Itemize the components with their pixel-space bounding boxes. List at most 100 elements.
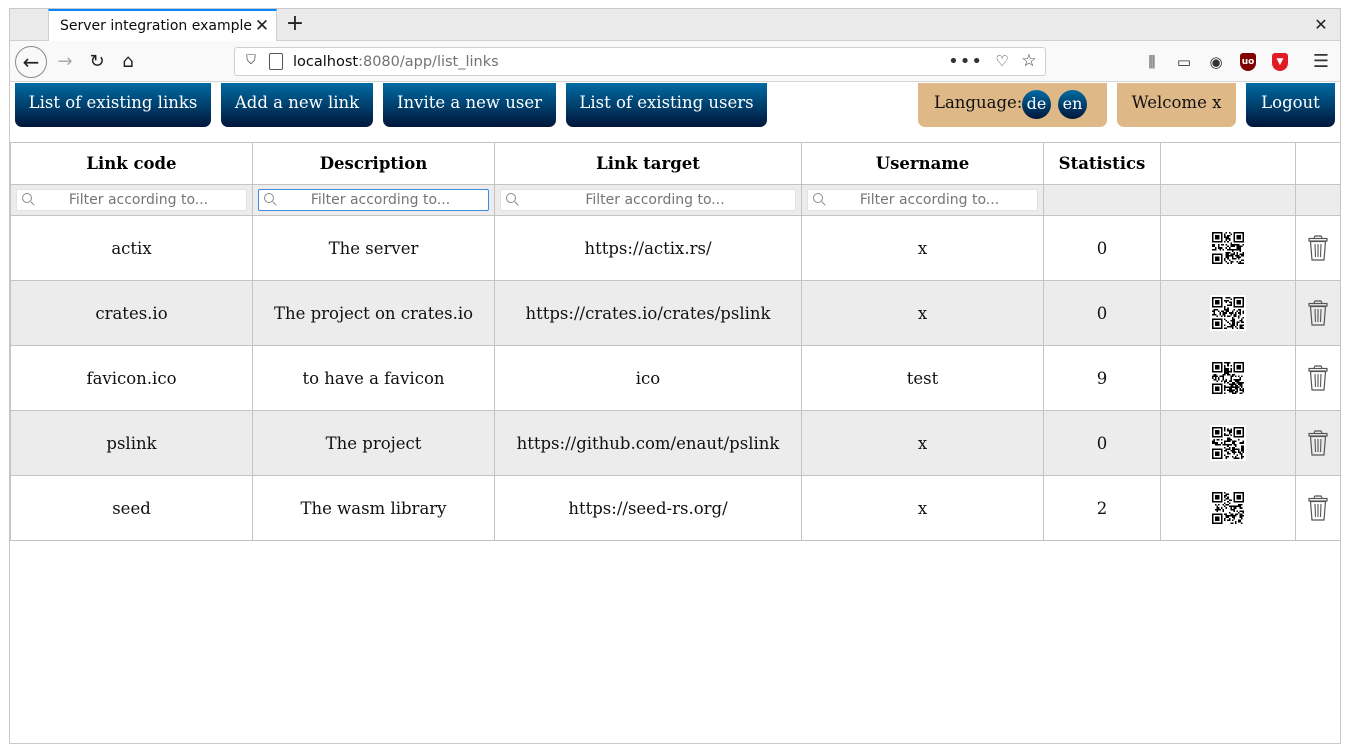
filter-username-input[interactable] bbox=[808, 190, 1037, 210]
qr-code-icon[interactable] bbox=[1210, 425, 1246, 461]
table-row[interactable]: favicon.ico to have a favicon ico test 9 bbox=[10, 345, 1341, 411]
cell-link-target[interactable]: https://github.com/enaut/pslink bbox=[494, 410, 802, 476]
cell-username[interactable]: test bbox=[801, 345, 1044, 411]
welcome-badge: Welcome x bbox=[1117, 83, 1236, 127]
cell-statistics[interactable]: 0 bbox=[1043, 410, 1161, 476]
trash-icon[interactable] bbox=[1308, 495, 1328, 521]
list-users-button[interactable]: List of existing users bbox=[566, 83, 767, 127]
url-text[interactable]: localhost:8080/app/list_links bbox=[293, 54, 499, 70]
tab-close-icon[interactable]: ✕ bbox=[252, 16, 272, 36]
cell-description[interactable]: The project on crates.io bbox=[252, 280, 495, 346]
back-arrow-icon[interactable]: ← bbox=[15, 46, 47, 78]
trash-icon[interactable] bbox=[1308, 430, 1328, 456]
cell-username[interactable]: x bbox=[801, 280, 1044, 346]
table-row[interactable]: actix The server https://actix.rs/x 0 bbox=[10, 215, 1341, 281]
hamburger-menu-icon[interactable]: ☰ bbox=[1310, 51, 1332, 73]
cell-delete bbox=[1295, 215, 1341, 281]
cell-delete bbox=[1295, 475, 1341, 541]
header-username[interactable]: Username bbox=[801, 142, 1044, 185]
cell-qr bbox=[1160, 215, 1296, 281]
cell-link-target[interactable]: https://actix.rs/ bbox=[494, 215, 802, 281]
tab-active[interactable]: Server integration example ✕ bbox=[48, 9, 277, 41]
new-tab-icon[interactable]: + bbox=[282, 12, 308, 38]
qr-code-icon[interactable] bbox=[1210, 360, 1246, 396]
extension-shield-icon[interactable]: ▼ bbox=[1272, 53, 1288, 71]
qr-code-icon[interactable] bbox=[1210, 490, 1246, 526]
cell-statistics[interactable]: 9 bbox=[1043, 345, 1161, 411]
tracking-shield-icon[interactable]: ⛉ bbox=[243, 53, 259, 69]
page-content: List of existing links Add a new link In… bbox=[10, 83, 1341, 743]
cell-link-code[interactable]: crates.io bbox=[10, 280, 253, 346]
pocket-icon[interactable]: ♡ bbox=[993, 52, 1011, 70]
cell-statistics[interactable]: 0 bbox=[1043, 215, 1161, 281]
invite-user-button[interactable]: Invite a new user bbox=[383, 83, 556, 127]
list-links-button[interactable]: List of existing links bbox=[15, 83, 211, 127]
bookmark-star-icon[interactable]: ☆ bbox=[1019, 51, 1039, 71]
cell-delete bbox=[1295, 280, 1341, 346]
filter-empty-cell bbox=[1295, 184, 1341, 216]
cell-description[interactable]: The server bbox=[252, 215, 495, 281]
tab-title: Server integration example bbox=[60, 18, 252, 34]
header-delete bbox=[1295, 142, 1341, 185]
cell-link-target[interactable]: ico bbox=[494, 345, 802, 411]
table-row[interactable]: seed The wasm library https://seed-rs.org/… bbox=[10, 475, 1341, 541]
cell-link-code[interactable]: seed bbox=[10, 475, 253, 541]
filter-description-input[interactable] bbox=[259, 190, 488, 210]
trash-icon[interactable] bbox=[1308, 300, 1328, 326]
reload-icon[interactable]: ↻ bbox=[82, 47, 112, 77]
table-row[interactable]: crates.io The project on crates.io https:/… bbox=[10, 280, 1341, 346]
top-menu: List of existing links Add a new link In… bbox=[10, 83, 1340, 135]
header-link-target[interactable]: Link target bbox=[494, 142, 802, 185]
cell-qr bbox=[1160, 410, 1296, 476]
cell-username[interactable]: x bbox=[801, 475, 1044, 541]
header-link-code[interactable]: Link code bbox=[10, 142, 253, 185]
filter-link-code-input[interactable] bbox=[17, 190, 246, 210]
qr-code-icon[interactable] bbox=[1210, 230, 1246, 266]
filter-link-target-input[interactable] bbox=[501, 190, 795, 210]
url-bar[interactable]: ⛉ localhost:8080/app/list_links ••• ♡ ☆ bbox=[234, 47, 1046, 76]
filter-row bbox=[10, 184, 1341, 216]
header-statistics[interactable]: Statistics bbox=[1043, 142, 1161, 185]
cell-delete bbox=[1295, 345, 1341, 411]
cell-link-code[interactable]: actix bbox=[10, 215, 253, 281]
ublock-extension-icon[interactable]: uo bbox=[1240, 53, 1256, 71]
cell-username[interactable]: x bbox=[801, 410, 1044, 476]
table-row[interactable]: pslink The project https://github.com/enau… bbox=[10, 410, 1341, 476]
browser-window: Server integration example ✕ + ✕ ← → ↻ ⌂… bbox=[9, 8, 1341, 744]
cell-qr bbox=[1160, 475, 1296, 541]
language-de-button[interactable]: de bbox=[1022, 90, 1051, 119]
library-icon[interactable]: ⫼ bbox=[1141, 51, 1163, 73]
links-table: Link code Description Link target Userna… bbox=[10, 142, 1341, 541]
page-actions-icon[interactable]: ••• bbox=[948, 51, 983, 72]
filter-empty-cell bbox=[1160, 184, 1296, 216]
language-en-button[interactable]: en bbox=[1058, 90, 1087, 119]
cell-username[interactable]: x bbox=[801, 215, 1044, 281]
cell-link-code[interactable]: favicon.ico bbox=[10, 345, 253, 411]
cell-link-code[interactable]: pslink bbox=[10, 410, 253, 476]
account-icon[interactable]: ◉ bbox=[1205, 51, 1227, 73]
cell-statistics[interactable]: 0 bbox=[1043, 280, 1161, 346]
navigation-bar: ← → ↻ ⌂ ⛉ localhost:8080/app/list_links … bbox=[10, 41, 1340, 82]
cell-link-target[interactable]: https://crates.io/crates/pslink bbox=[494, 280, 802, 346]
cell-description[interactable]: The wasm library bbox=[252, 475, 495, 541]
logout-button[interactable]: Logout bbox=[1246, 83, 1335, 127]
sidebar-icon[interactable]: ▭ bbox=[1173, 51, 1195, 73]
cell-delete bbox=[1295, 410, 1341, 476]
cell-description[interactable]: The project bbox=[252, 410, 495, 476]
cell-qr bbox=[1160, 280, 1296, 346]
cell-qr bbox=[1160, 345, 1296, 411]
cell-link-target[interactable]: https://seed-rs.org/ bbox=[494, 475, 802, 541]
cell-statistics[interactable]: 2 bbox=[1043, 475, 1161, 541]
window-close-icon[interactable]: ✕ bbox=[1310, 14, 1332, 36]
trash-icon[interactable] bbox=[1308, 235, 1328, 261]
language-selector: Language: de en bbox=[918, 83, 1107, 127]
trash-icon[interactable] bbox=[1308, 365, 1328, 391]
add-link-button[interactable]: Add a new link bbox=[221, 83, 373, 127]
cell-description[interactable]: to have a favicon bbox=[252, 345, 495, 411]
page-info-icon[interactable] bbox=[269, 53, 283, 70]
qr-code-icon[interactable] bbox=[1210, 295, 1246, 331]
home-icon[interactable]: ⌂ bbox=[113, 47, 143, 77]
forward-arrow-icon[interactable]: → bbox=[50, 47, 80, 77]
language-label: Language: bbox=[934, 93, 1023, 112]
header-description[interactable]: Description bbox=[252, 142, 495, 185]
